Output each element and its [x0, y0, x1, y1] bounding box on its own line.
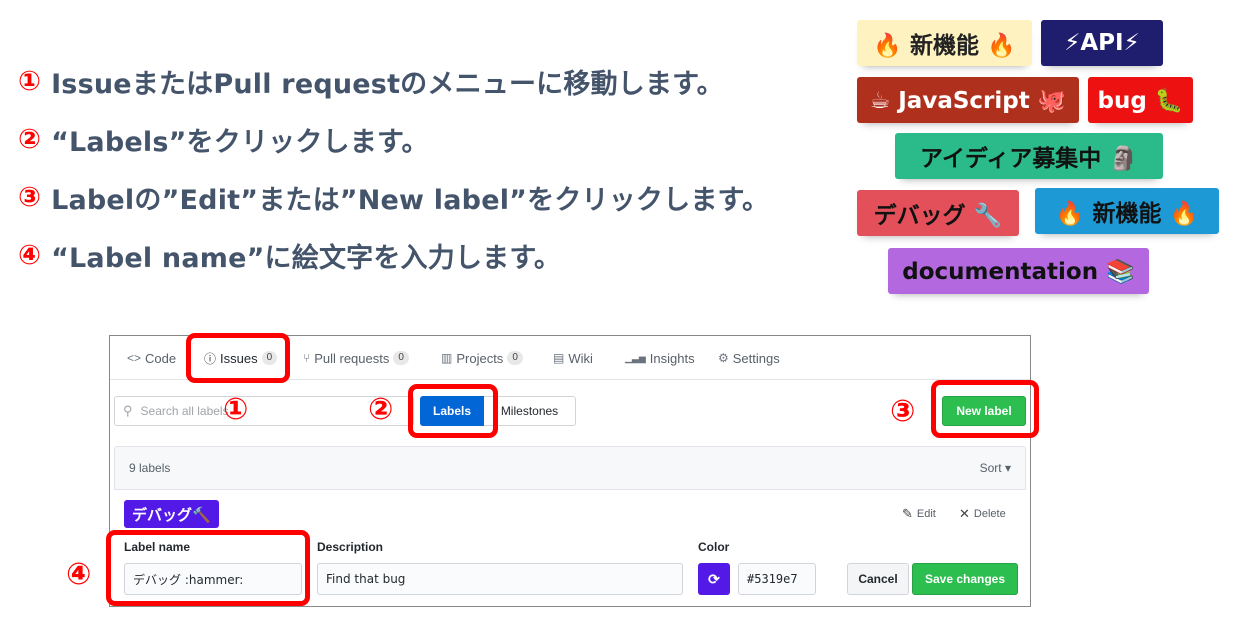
tab-insights[interactable]: ▁▃▅ Insights	[625, 336, 695, 380]
badge-text: アイディア募集中 🗿	[920, 146, 1138, 172]
badge-text: ⚡API⚡	[1064, 30, 1140, 56]
edit-label-text: Edit	[916, 508, 936, 520]
delete-label-text: Delete	[973, 508, 1006, 520]
graph-icon: ▁▃▅	[625, 352, 646, 363]
git-pull-request-icon: ⑂	[303, 351, 311, 365]
callout-box-issues	[186, 333, 290, 383]
step-3: ③ Labelの”Edit”または”New label”をクリックします。	[18, 168, 769, 226]
close-icon: ✕	[959, 506, 970, 521]
step-text: IssueまたはPull requestのメニューに移動します。	[51, 68, 724, 100]
tab-code[interactable]: <> Code	[127, 336, 176, 380]
badge-new-feature-blue: 🔥 新機能 🔥	[1035, 188, 1219, 234]
badge-javascript: ☕ JavaScript 🐙	[857, 77, 1079, 123]
book-icon: ▤	[553, 351, 565, 365]
tab-projects[interactable]: ▥ Projects 0	[441, 336, 523, 380]
search-placeholder: Search all labels	[140, 404, 229, 418]
sort-dropdown[interactable]: Sort ▾	[980, 461, 1011, 475]
badge-text: 🔥 新機能 🔥	[873, 33, 1016, 59]
step-text: “Label name”に絵文字を入力します。	[51, 242, 562, 274]
badge-text: デバッグ 🔧	[873, 203, 1003, 229]
project-icon: ▥	[441, 351, 453, 365]
tab-wiki[interactable]: ▤ Wiki	[553, 336, 593, 380]
labels-count: 9 labels	[129, 461, 171, 475]
instruction-steps: ① IssueまたはPull requestのメニューに移動します。 ② “La…	[18, 52, 769, 284]
step-4: ④ “Label name”に絵文字を入力します。	[18, 226, 769, 284]
badge-new-feature-yellow: 🔥 新機能 🔥	[857, 20, 1032, 66]
gear-icon: ⚙	[718, 351, 729, 365]
callout-box-label-name	[106, 530, 310, 606]
tab-label: Settings	[732, 350, 780, 366]
refresh-color-icon[interactable]: ⟳	[698, 563, 730, 595]
step-text: Labelの”Edit”または”New label”をクリックします。	[51, 184, 770, 216]
edit-link[interactable]: ✎ Edit	[902, 506, 936, 522]
badge-bug: bug 🐛	[1088, 77, 1193, 123]
step-1: ① IssueまたはPull requestのメニューに移動します。	[18, 52, 769, 110]
tab-pull-requests[interactable]: ⑂ Pull requests 0	[303, 336, 409, 380]
tab-label: Projects	[456, 350, 504, 366]
callout-number-4: ④	[66, 557, 92, 592]
code-icon: <>	[127, 351, 142, 365]
badge-text: ☕ JavaScript 🐙	[869, 87, 1067, 114]
delete-link[interactable]: ✕ Delete	[959, 506, 1006, 522]
color-heading: Color	[698, 540, 730, 554]
tab-label: Insights	[649, 350, 695, 366]
description-input[interactable]: Find that bug	[317, 563, 683, 595]
step-number: ④	[18, 239, 42, 271]
callout-box-labels	[408, 384, 498, 438]
search-icon: ⚲	[123, 403, 133, 418]
callout-box-new-label	[931, 380, 1039, 438]
tab-settings[interactable]: ⚙ Settings	[718, 336, 780, 380]
badge-idea-wanted: アイディア募集中 🗿	[895, 133, 1163, 179]
badge-text: 🔥 新機能 🔥	[1055, 201, 1199, 227]
tab-label: Code	[145, 350, 177, 366]
step-2: ② “Labels”をクリックします。	[18, 110, 769, 168]
callout-number-1: ①	[223, 392, 249, 427]
step-number: ②	[18, 123, 42, 155]
save-changes-button[interactable]: Save changes	[912, 563, 1018, 595]
label-preview-chip: デバッグ🔨	[124, 500, 219, 528]
labels-list-header: 9 labels Sort ▾	[114, 446, 1026, 490]
description-heading: Description	[317, 540, 384, 554]
tab-counter: 0	[393, 351, 409, 365]
cancel-button[interactable]: Cancel	[847, 563, 909, 595]
step-number: ①	[18, 65, 42, 97]
step-number: ③	[18, 181, 42, 213]
badge-text: documentation 📚	[902, 258, 1135, 285]
tab-label: Pull requests	[314, 350, 390, 366]
pencil-icon: ✎	[902, 506, 913, 521]
callout-number-3: ③	[890, 394, 916, 429]
color-input[interactable]: #5319e7	[738, 563, 816, 595]
badge-text: bug 🐛	[1097, 87, 1184, 114]
badge-api: ⚡API⚡	[1041, 20, 1163, 66]
tab-counter: 0	[507, 351, 523, 365]
callout-number-2: ②	[368, 392, 394, 427]
badge-documentation: documentation 📚	[888, 248, 1149, 294]
tab-label: Wiki	[568, 350, 593, 366]
badge-debug: デバッグ 🔧	[857, 190, 1019, 236]
step-text: “Labels”をクリックします。	[51, 126, 429, 158]
